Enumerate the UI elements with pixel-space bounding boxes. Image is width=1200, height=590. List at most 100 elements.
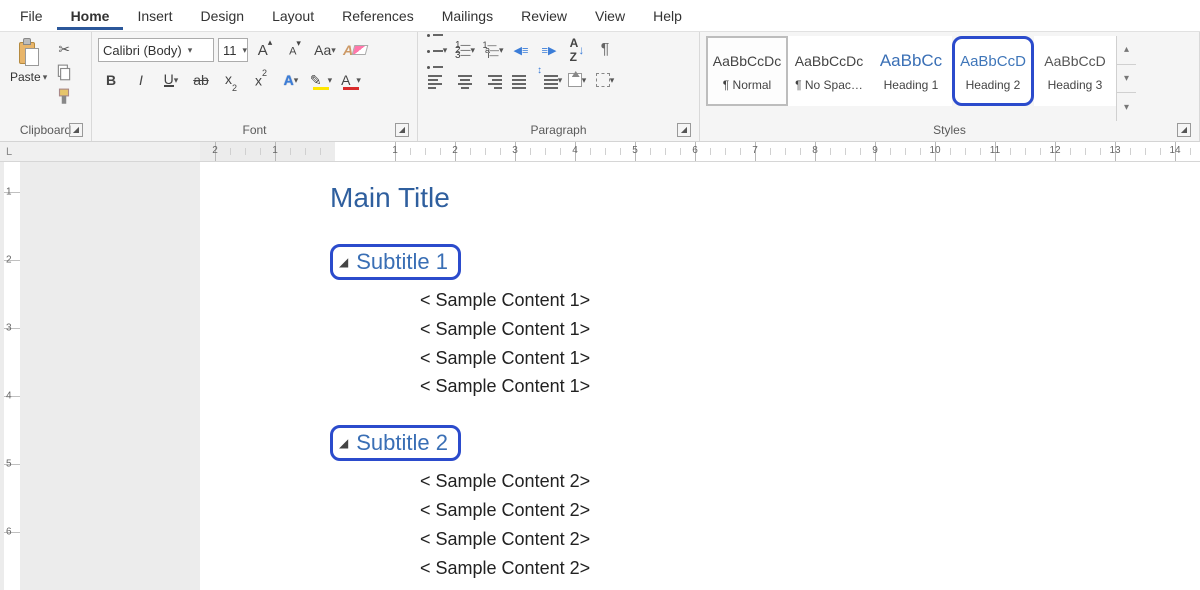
document-subtitle[interactable]: Subtitle 1 [356,249,448,275]
document-body-line[interactable]: < Sample Content 1> [420,344,1200,373]
collapse-handle-icon[interactable]: ◢ [339,436,348,450]
change-case-icon: Aa [314,42,331,58]
style-gallery-scroll: ▴ ▾ ▾ [1116,36,1136,121]
menu-file[interactable]: File [6,2,57,30]
align-center-icon [456,73,474,87]
clipboard-dialog-launcher[interactable]: ◢ [69,123,83,137]
decrease-indent-button[interactable]: ◀≡ [508,38,534,62]
style-heading-2[interactable]: AaBbCcDHeading 2 [952,36,1034,106]
document-subtitle[interactable]: Subtitle 2 [356,430,448,456]
ruler-h-label: 2 [452,145,458,156]
chevron-down-icon: ▾ [356,75,361,86]
paragraph-dialog-launcher[interactable]: ◢ [677,123,691,137]
align-left-button[interactable] [424,68,450,92]
ruler-h-label: 3 [512,145,518,156]
underline-button[interactable]: U▾ [158,68,184,92]
chevron-down-icon: ▾ [558,75,563,86]
cut-button[interactable]: ✂ [55,40,73,58]
numbering-button[interactable]: 1—2—3—▾ [452,38,478,62]
subtitle-highlight-annotation: ◢ Subtitle 2 [330,425,461,461]
font-color-icon: A [341,72,350,88]
multilevel-list-button[interactable]: 1— a— i—▾ [480,38,506,62]
underline-icon: U [164,73,174,87]
strikethrough-button[interactable]: ab [188,68,214,92]
menu-review[interactable]: Review [507,2,581,30]
style-heading-1[interactable]: AaBbCcHeading 1 [870,36,952,106]
menu-layout[interactable]: Layout [258,2,328,30]
ruler-horizontal[interactable]: 21123456789101112131415 [200,142,1200,161]
shrink-font-icon: A▾ [289,42,301,58]
ruler-vertical[interactable]: 123456 [0,162,24,590]
bold-button[interactable]: B [98,68,124,92]
menu-references[interactable]: References [328,2,428,30]
increase-indent-button[interactable]: ≡▶ [536,38,562,62]
style--no-spac-[interactable]: AaBbCcDc¶ No Spac… [788,36,870,106]
font-name-select[interactable]: Calibri (Body)▾ [98,38,214,62]
style-heading-3[interactable]: AaBbCcDHeading 3 [1034,36,1116,106]
highlight-color-button[interactable]: ✎▾ [308,68,334,92]
subscript-button[interactable]: x2 [218,68,244,92]
style--normal[interactable]: AaBbCcDc¶ Normal [706,36,788,106]
ruler-h-label: 13 [1109,145,1120,156]
font-dialog-launcher[interactable]: ◢ [395,123,409,137]
group-label-font: Font [242,123,266,137]
chevron-down-icon: ▾ [582,75,587,86]
ribbon-group-font: Calibri (Body)▾ 11▾ A▴ A▾ Aa▾ A B I U▾ a… [92,32,418,141]
style-preview: AaBbCcDc [713,50,781,72]
menu-insert[interactable]: Insert [123,2,186,30]
ruler-horizontal-row: L 21123456789101112131415 [0,142,1200,162]
menu-view[interactable]: View [581,2,639,30]
copy-icon [55,64,73,82]
style-scroll-up[interactable]: ▴ [1117,36,1136,65]
document-body-line[interactable]: < Sample Content 2> [420,525,1200,554]
document-body-line[interactable]: < Sample Content 1> [420,315,1200,344]
multilevel-icon: 1— a— i— [482,43,499,58]
sort-button[interactable]: AZ↓ [564,38,590,62]
document-body-line[interactable]: < Sample Content 2> [420,554,1200,583]
style-expand[interactable]: ▾ [1117,93,1136,121]
strike-icon: ab [193,72,209,88]
document-title[interactable]: Main Title [330,182,1200,214]
style-gallery: AaBbCcDc¶ NormalAaBbCcDc¶ No Spac…AaBbCc… [706,36,1116,121]
document-body-line[interactable]: < Sample Content 2> [420,467,1200,496]
paste-button[interactable]: Paste▾ [6,36,51,86]
eraser-icon [352,45,369,55]
document-area: 123456 Main Title ◢ Subtitle 1 < Sample Co… [0,162,1200,590]
document-page[interactable]: Main Title ◢ Subtitle 1 < Sample Content 1… [200,162,1200,590]
menu-design[interactable]: Design [186,2,258,30]
copy-button[interactable] [55,64,73,82]
align-justify-icon [512,73,530,87]
text-effects-button[interactable]: A▾ [278,68,304,92]
format-painter-button[interactable] [55,88,73,106]
font-size-select[interactable]: 11▾ [218,38,248,62]
bullets-button[interactable]: ▾ [424,38,450,62]
line-spacing-button[interactable]: ↕▾ [536,68,562,92]
document-body-line[interactable]: < Sample Content 1> [420,286,1200,315]
highlighter-icon: ✎ [310,72,322,89]
grow-font-button[interactable]: A▴ [252,38,278,62]
clipboard-paste-icon [17,38,41,68]
borders-button[interactable]: ▾ [592,68,618,92]
collapse-handle-icon[interactable]: ◢ [339,255,348,269]
menu-help[interactable]: Help [639,2,696,30]
chevron-down-icon: ▾ [331,45,336,56]
align-center-button[interactable] [452,68,478,92]
document-body-line[interactable]: < Sample Content 1> [420,372,1200,401]
align-right-button[interactable] [480,68,506,92]
italic-button[interactable]: I [128,68,154,92]
shrink-font-button[interactable]: A▾ [282,38,308,62]
styles-dialog-launcher[interactable]: ◢ [1177,123,1191,137]
show-paragraph-button[interactable]: ¶ [592,38,618,62]
style-scroll-down[interactable]: ▾ [1117,65,1136,94]
shading-button[interactable]: ▾ [564,68,590,92]
ribbon-group-styles: AaBbCcDc¶ NormalAaBbCcDc¶ No Spac…AaBbCc… [700,32,1200,141]
align-right-icon [484,73,502,87]
font-color-button[interactable]: A▾ [338,68,364,92]
align-justify-button[interactable] [508,68,534,92]
clear-formatting-button[interactable]: A [342,38,368,62]
superscript-button[interactable]: x2 [248,68,274,92]
menu-home[interactable]: Home [57,2,124,30]
document-body-line[interactable]: < Sample Content 2> [420,496,1200,525]
change-case-button[interactable]: Aa▾ [312,38,338,62]
font-name-value: Calibri (Body) [103,43,182,58]
